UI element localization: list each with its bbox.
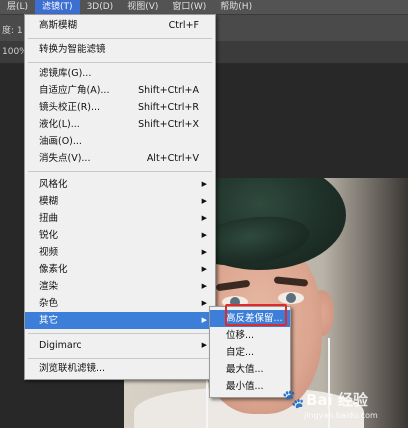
submenu-arrow-icon: ▶ [201,248,207,256]
menu-item-label: 其它 [39,315,59,326]
submenu-arrow-icon: ▶ [201,265,207,273]
menu-separator [28,171,212,172]
menu-item-render[interactable]: 渲染 ▶ [25,278,215,295]
submenu-item-minimum[interactable]: 最小值... [210,378,290,395]
menu-item-label: 滤镜库(G)... [39,68,92,79]
submenu-item-label: 最小值... [226,381,264,392]
menu-separator [28,333,212,334]
menu-item-label: 液化(L)... [39,119,80,130]
menu-item-label: Digimarc [39,340,82,351]
menu-item-label: 渲染 [39,281,59,292]
menu-layer[interactable]: 层(L) [0,0,35,14]
watermark-brand: Bai 经验 [306,391,368,409]
menu-item-adaptive-wide-angle[interactable]: 自适应广角(A)... Shift+Ctrl+A [25,82,215,99]
submenu-arrow-icon: ▶ [201,341,207,349]
menu-item-filter-gallery[interactable]: 滤镜库(G)... [25,65,215,82]
menu-help[interactable]: 帮助(H) [213,0,259,14]
menu-item-blur[interactable]: 模糊 ▶ [25,193,215,210]
menu-item-label: 杂色 [39,298,59,309]
menu-item-lens-correction[interactable]: 镜头校正(R)... Shift+Ctrl+R [25,99,215,116]
submenu-arrow-icon: ▶ [201,180,207,188]
menu-item-shortcut: Shift+Ctrl+R [137,102,199,113]
menu-item-shortcut: Shift+Ctrl+A [138,85,199,96]
filter-dropdown-menu: 高斯模糊 Ctrl+F 转换为智能滤镜 滤镜库(G)... 自适应广角(A)..… [24,14,216,380]
menu-item-pixelate[interactable]: 像素化 ▶ [25,261,215,278]
watermark-url: jingyan.baidu.com [304,411,378,420]
watermark: 🐾 Bai 经验 jingyan.baidu.com [282,387,402,423]
menu-3d[interactable]: 3D(D) [80,0,121,14]
menu-item-distort[interactable]: 扭曲 ▶ [25,210,215,227]
menu-item-shortcut: Ctrl+F [168,20,199,31]
submenu-item-offset[interactable]: 位移... [210,327,290,344]
menu-item-shortcut: Shift+Ctrl+X [138,119,199,130]
menu-item-label: 锐化 [39,230,59,241]
menu-item-shortcut: Alt+Ctrl+V [146,153,199,164]
submenu-item-maximum[interactable]: 最大值... [210,361,290,378]
menu-item-label: 消失点(V)... [39,153,91,164]
highlight-callout-box [225,304,287,326]
menu-item-label: 扭曲 [39,213,59,224]
menu-item-vanishing-point[interactable]: 消失点(V)... Alt+Ctrl+V [25,150,215,167]
submenu-arrow-icon: ▶ [201,299,207,307]
menu-bar: 层(L) 滤镜(T) 3D(D) 视图(V) 窗口(W) 帮助(H) [0,0,408,14]
submenu-arrow-icon: ▶ [201,197,207,205]
right-iris [286,293,296,303]
menu-item-label: 油画(O)... [39,136,82,147]
menu-item-noise[interactable]: 杂色 ▶ [25,295,215,312]
submenu-item-label: 自定... [226,347,255,358]
menu-item-digimarc[interactable]: Digimarc ▶ [25,337,215,354]
menu-item-convert-smart-filter[interactable]: 转换为智能滤镜 [25,41,215,58]
menu-item-label: 视频 [39,247,59,258]
menu-view[interactable]: 视图(V) [120,0,165,14]
menu-item-label: 模糊 [39,196,59,207]
menu-item-oil-paint[interactable]: 油画(O)... [25,133,215,150]
menu-separator [28,38,212,39]
submenu-arrow-icon: ▶ [201,316,207,324]
menu-item-liquify[interactable]: 液化(L)... Shift+Ctrl+X [25,116,215,133]
menu-separator [28,62,212,63]
menu-item-label: 高斯模糊 [39,20,78,31]
menu-item-label: 风格化 [39,179,68,190]
menu-item-stylize[interactable]: 风格化 ▶ [25,176,215,193]
menu-item-label: 浏览联机滤镜... [39,363,106,374]
menu-item-sharpen[interactable]: 锐化 ▶ [25,227,215,244]
menu-item-video[interactable]: 视频 ▶ [25,244,215,261]
right-eye [278,292,304,304]
options-label: 度: 1 [2,26,23,36]
submenu-item-custom[interactable]: 自定... [210,344,290,361]
submenu-item-label: 最大值... [226,364,264,375]
menu-item-label: 自适应广角(A)... [39,85,110,96]
menu-item-label: 镜头校正(R)... [39,102,101,113]
submenu-item-label: 位移... [226,330,255,341]
submenu-arrow-icon: ▶ [201,282,207,290]
menu-item-other[interactable]: 其它 ▶ [25,312,215,329]
menu-item-browse-online-filters[interactable]: 浏览联机滤镜... [25,360,215,377]
menu-window[interactable]: 窗口(W) [165,0,213,14]
menu-filter[interactable]: 滤镜(T) [35,0,80,14]
paw-logo-icon: 🐾 [282,389,305,410]
menu-item-label: 像素化 [39,264,68,275]
submenu-arrow-icon: ▶ [201,231,207,239]
menu-item-label: 转换为智能滤镜 [39,44,106,55]
menu-separator [28,358,212,359]
submenu-arrow-icon: ▶ [201,214,207,222]
menu-item-gaussian-blur[interactable]: 高斯模糊 Ctrl+F [25,17,215,34]
